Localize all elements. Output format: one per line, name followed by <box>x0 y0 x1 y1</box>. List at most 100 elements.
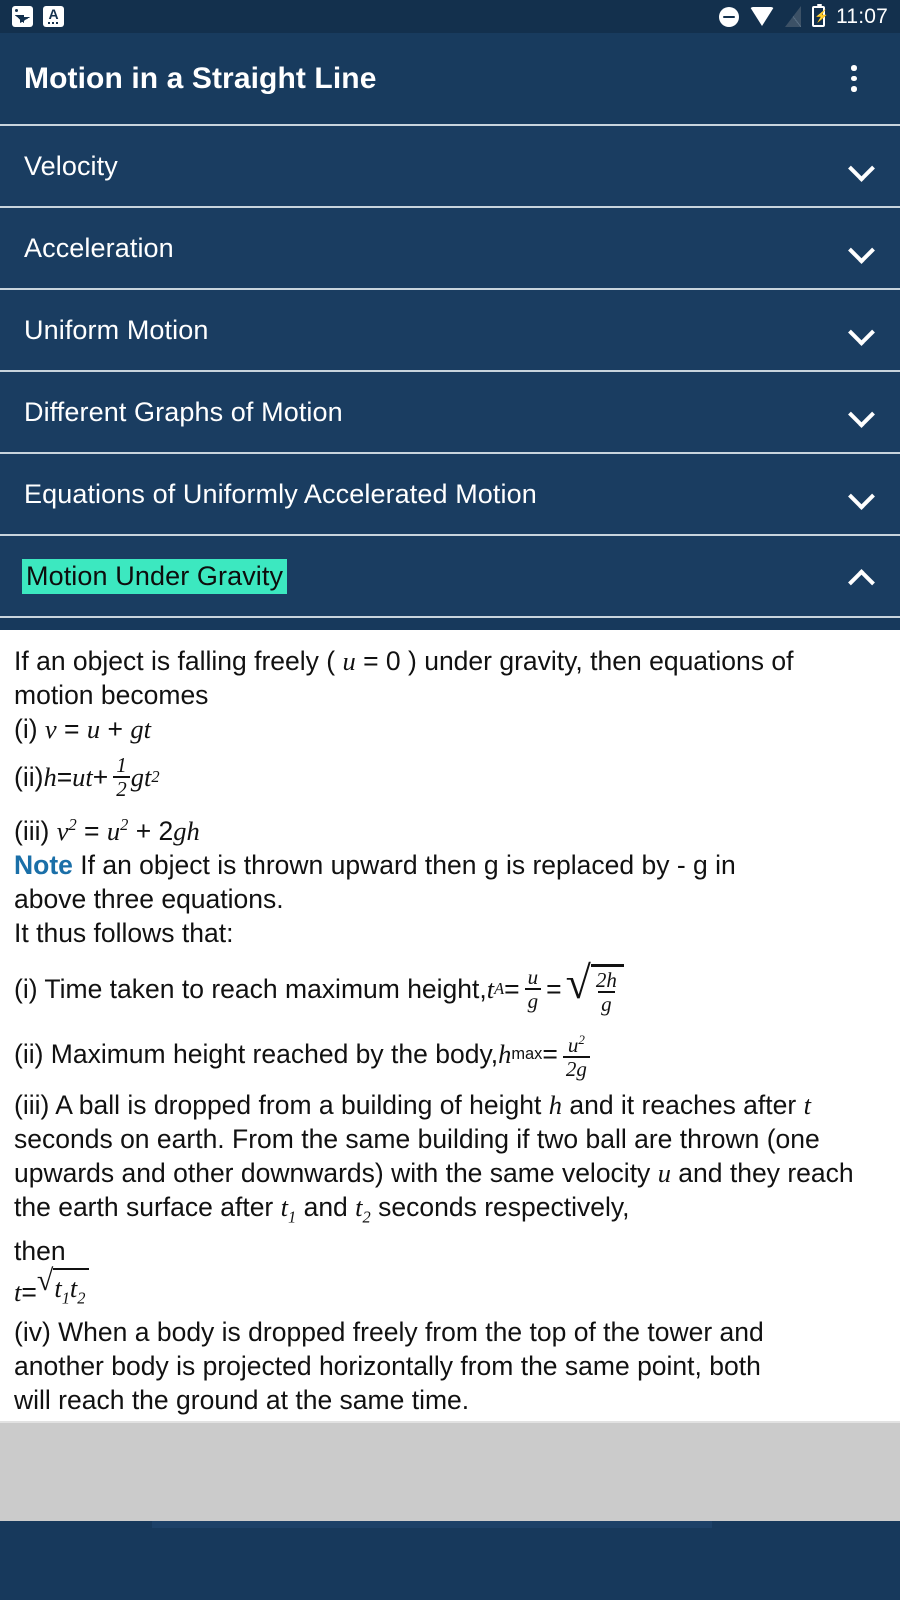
result-1-eq-2: = <box>546 974 562 1005</box>
phone-screen: A 11:07 Motion in a Straight Line Veloci… <box>0 0 900 1600</box>
result-4-line-2: another body is projected horizontally f… <box>14 1351 761 1382</box>
intro-text-b: = 0 ) under gravity, then equations of <box>355 646 794 676</box>
chevron-down-icon[interactable] <box>846 397 876 427</box>
app-bar: Motion in a Straight Line <box>0 33 900 126</box>
equation-1-gt: gt <box>130 714 151 744</box>
equation-2-exponent: 2 <box>151 767 160 786</box>
radicand-fraction-2h-over-g: 2h g <box>593 969 620 1015</box>
fraction-numerator: u2 <box>565 1029 588 1056</box>
chevron-down-icon[interactable] <box>846 151 876 181</box>
accordion-item-label: Uniform Motion <box>24 314 209 345</box>
fraction-numerator-exponent: 2 <box>578 1031 585 1047</box>
accordion-item-motion-under-gravity[interactable]: Motion Under Gravity <box>0 536 900 618</box>
result-1-eq-1: = <box>504 974 520 1005</box>
equation-2-label: (ii) <box>14 762 44 792</box>
chevron-up-icon[interactable] <box>846 561 876 591</box>
accordion-item-equations-of-uniformly-accelerated-motion[interactable]: Equations of Uniformly Accelerated Motio… <box>0 454 900 536</box>
do-not-disturb-icon <box>719 6 739 27</box>
equation-1-v: v <box>44 714 57 744</box>
accordion-item-label: Different Graphs of Motion <box>24 396 343 427</box>
chevron-down-icon[interactable] <box>846 479 876 509</box>
radical-sign-icon: √ <box>36 1264 54 1298</box>
more-vert-dot <box>851 65 857 71</box>
result-2-h: h <box>498 1039 512 1070</box>
result-3-u: u <box>657 1157 671 1188</box>
accordion-item-label: Velocity <box>24 150 118 181</box>
intro-text-a: If an object is falling freely ( <box>14 646 343 676</box>
more-vert-dot <box>851 75 857 82</box>
fraction-numerator: 2h <box>595 967 617 992</box>
equation-3-v-exponent: 2 <box>68 815 77 834</box>
wifi-icon <box>750 7 774 26</box>
result-1-fraction-u-over-g: u g <box>524 965 542 1012</box>
equation-1-plus: + <box>100 714 131 744</box>
radicand: t1t2 <box>53 1268 89 1315</box>
result-1-time-to-max-height: (i) Time taken to reach maximum height, … <box>14 956 886 1015</box>
accordion-item-different-graphs-of-motion[interactable]: Different Graphs of Motion <box>0 372 900 454</box>
fraction-numerator: u <box>527 965 539 990</box>
fraction-denominator: 2g <box>562 1055 590 1080</box>
topic-content-panel: If an object is falling freely ( u = 0 )… <box>0 630 900 1421</box>
radicand-t1: t <box>54 1273 62 1304</box>
result-4-line-3: will reach the ground at the same time. <box>14 1385 470 1416</box>
intro-paragraph: If an object is falling freely ( u = 0 )… <box>14 644 886 678</box>
radicand: 2h g <box>590 963 624 1015</box>
status-bar-notifications: A <box>12 6 64 27</box>
radical-sign-icon: √ <box>565 956 591 1008</box>
system-navigation-bar <box>0 1521 900 1600</box>
accordion-item-acceleration[interactable]: Acceleration <box>0 208 900 290</box>
fraction-numerator-base: u <box>567 1032 579 1057</box>
photo-notification-icon <box>12 6 33 27</box>
accordion-item-label: Motion Under Gravity <box>22 558 288 594</box>
result-1-square-root: √ 2h g <box>565 956 624 1015</box>
note-line: Note If an object is thrown upward then … <box>14 848 886 882</box>
radicand-t1-subscript: 1 <box>61 1288 70 1308</box>
translate-notification-icon: A <box>43 6 64 27</box>
result-2-fraction-u2-over-2g: u2 2g <box>562 1029 590 1080</box>
equation-2-plus: + <box>92 762 109 792</box>
result-3-t1-subscript: 1 <box>288 1207 297 1227</box>
equation-3-gh: gh <box>173 815 200 846</box>
fraction-numerator: 1 <box>116 753 127 777</box>
radicand-t2-subscript: 2 <box>77 1288 86 1308</box>
result-3-t2: t <box>355 1191 363 1222</box>
equation-t-equals-sqrt-t1t2: t = √ t1t2 <box>14 1264 886 1315</box>
more-vert-icon[interactable] <box>832 57 876 101</box>
result-2-h-subscript: max <box>511 1045 543 1064</box>
equation-3-u: u <box>106 815 121 846</box>
mobile-signal-off-icon <box>785 6 801 27</box>
battery-charging-icon <box>812 4 825 27</box>
result-3-text-b: and it reaches after <box>561 1089 797 1120</box>
accordion-item-uniform-motion[interactable]: Uniform Motion <box>0 290 900 372</box>
page-title: Motion in a Straight Line <box>24 61 377 95</box>
square-root-small: √ t1t2 <box>36 1264 89 1315</box>
fraction-denominator: 2 <box>113 776 130 800</box>
equation-3-label: (iii) <box>14 815 57 846</box>
equation-1-label: (i) <box>14 714 45 744</box>
result-3-h: h <box>548 1089 562 1120</box>
note-line-2: above three equations. <box>14 883 284 914</box>
note-text: If an object is thrown upward then g is … <box>72 849 736 880</box>
chevron-down-icon[interactable] <box>846 233 876 263</box>
topic-accordion-list: Velocity Acceleration Uniform Motion Dif… <box>0 126 900 618</box>
result-3-paragraph: (iii) A ball is dropped from a building … <box>14 1088 886 1234</box>
follows-line: It thus follows that: <box>14 917 234 948</box>
home-indicator[interactable] <box>152 1521 712 1528</box>
equation-3-plus: + 2 <box>128 815 174 846</box>
equation-3-v: v <box>56 815 69 846</box>
result-3-and: and <box>296 1191 356 1222</box>
result-3-text-g: seconds respectively, <box>370 1191 630 1222</box>
fraction-denominator: g <box>598 990 615 1015</box>
result-3-text-e: and <box>670 1157 723 1188</box>
result-3-t: t <box>803 1089 811 1120</box>
result-1-label: (i) Time taken to reach maximum height, <box>14 974 487 1005</box>
result-4-line-1: (iv) When a body is dropped freely from … <box>14 1317 764 1348</box>
status-bar-indicators: 11:07 <box>719 4 888 29</box>
accordion-item-velocity[interactable]: Velocity <box>0 126 900 208</box>
equation-2-ut: ut <box>72 762 93 792</box>
accordion-item-label: Equations of Uniformly Accelerated Motio… <box>24 478 537 509</box>
ad-banner-placeholder[interactable] <box>0 1421 900 1521</box>
chevron-down-icon[interactable] <box>846 315 876 345</box>
equation-2: (ii) h = ut + 1 2 gt2 <box>14 754 886 800</box>
translate-notification-glyph: A <box>48 6 59 22</box>
